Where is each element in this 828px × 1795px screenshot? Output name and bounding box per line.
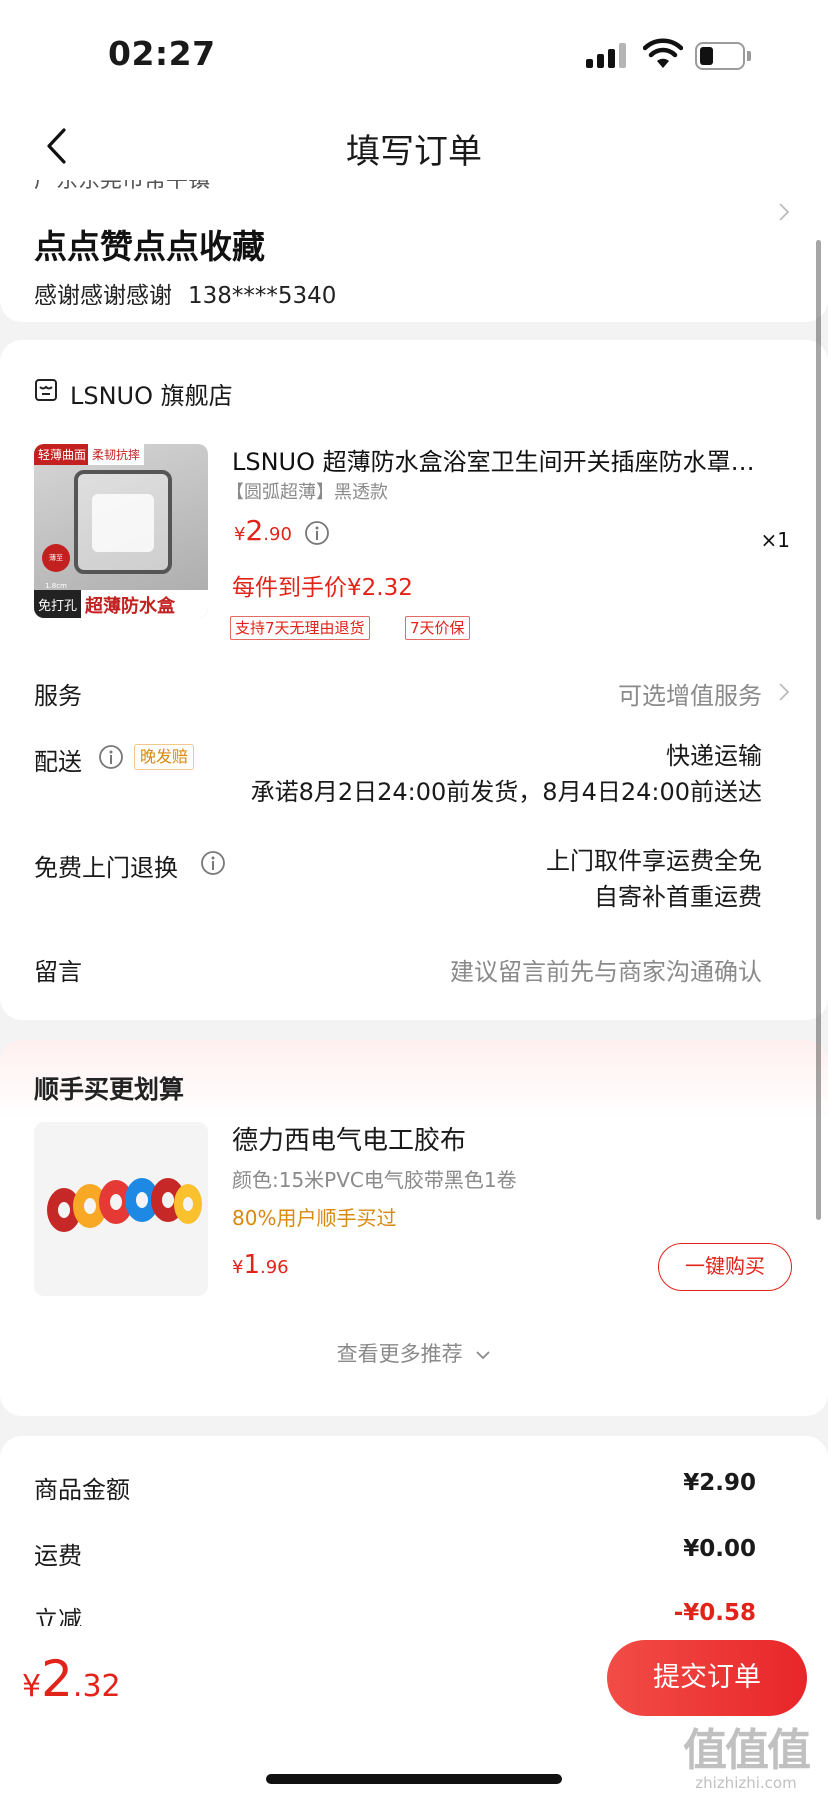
- recommend-bought-rate: 80%用户顺手买过: [232, 1206, 397, 1230]
- store-card: LSNUO 旗舰店 轻薄曲面 柔韧抗摔 薄至1.8cm 免打孔 超薄防水盒 LS…: [0, 340, 828, 1020]
- message-label: 留言: [34, 958, 82, 986]
- info-icon[interactable]: [200, 850, 226, 876]
- nav-bar: 填写订单: [0, 110, 828, 180]
- info-icon[interactable]: [98, 744, 124, 770]
- return-line-1: 上门取件享运费全免: [546, 847, 762, 875]
- product-image-label: 免打孔: [34, 590, 82, 618]
- product-spec[interactable]: 【圆弧超薄】黑透款: [226, 478, 388, 504]
- chevron-right-icon[interactable]: [778, 202, 790, 222]
- product-image-tag: 轻薄曲面: [34, 444, 91, 465]
- info-icon[interactable]: [304, 520, 330, 546]
- address-region: 广东东莞市常平镇: [34, 180, 211, 193]
- battery-icon: [695, 42, 751, 70]
- store-icon: [35, 379, 57, 401]
- price-protect-tag: 7天价保: [405, 616, 470, 640]
- watermark: 值值值 zhizhizhi.com: [676, 1714, 816, 1792]
- signal-icon: [586, 42, 630, 68]
- goods-amount-label: 商品金额: [34, 1476, 130, 1504]
- return-line-2: 自寄补首重运费: [594, 883, 762, 911]
- one-click-buy-button[interactable]: 一键购买: [658, 1243, 792, 1291]
- submit-order-button[interactable]: 提交订单: [607, 1640, 807, 1716]
- recommend-product-image[interactable]: [34, 1122, 208, 1296]
- recommend-product-spec: 颜色:15米PVC电气胶带黑色1卷: [232, 1168, 517, 1192]
- discount-value: -¥0.58: [673, 1600, 756, 1626]
- more-recommend-link[interactable]: 查看更多推荐: [0, 1338, 828, 1368]
- recommend-card: 顺手买更划算 德力西电气电工胶布 颜色:15米PVC电气胶带黑色1卷 80%用户…: [0, 1040, 828, 1416]
- return-policy-tag: 支持7天无理由退货: [230, 616, 370, 640]
- more-recommend-label: 查看更多推荐: [336, 1342, 463, 1366]
- total-price: ¥2.32: [22, 1650, 121, 1708]
- chevron-right-icon[interactable]: [778, 682, 790, 702]
- service-label: 服务: [34, 682, 82, 710]
- store-name[interactable]: LSNUO 旗舰店: [70, 376, 233, 411]
- late-delivery-badge: 晚发赔: [134, 744, 195, 770]
- product-quantity[interactable]: ×1: [761, 528, 790, 552]
- shipping-value: ¥0.00: [683, 1536, 756, 1562]
- address-contact: 感谢感谢感谢 138****5340: [34, 276, 336, 310]
- message-input[interactable]: 建议留言前先与商家沟通确认: [450, 952, 762, 987]
- service-value[interactable]: 可选增值服务: [618, 676, 762, 711]
- checkout-bar: ¥2.32 提交订单 值值值 zhizhizhi.com: [0, 1626, 828, 1795]
- scrollbar[interactable]: [816, 240, 821, 1220]
- goods-amount-value: ¥2.90: [683, 1470, 756, 1496]
- product-image-badge: 薄至1.8cm: [42, 544, 70, 590]
- product-image-tag: 柔韧抗摔: [88, 444, 145, 465]
- status-time: 02:27: [108, 34, 216, 73]
- wifi-icon: [643, 38, 683, 68]
- address-card[interactable]: 广东东莞市常平镇 点点赞点点收藏 感谢感谢感谢 138****5340: [0, 180, 828, 322]
- delivery-label: 配送: [34, 748, 82, 776]
- product-image[interactable]: 轻薄曲面 柔韧抗摔 薄至1.8cm 免打孔 超薄防水盒: [34, 444, 208, 618]
- final-unit-price: 每件到手价¥2.32: [232, 575, 413, 601]
- free-return-label: 免费上门退换: [34, 854, 178, 882]
- home-indicator[interactable]: [266, 1774, 562, 1784]
- recipient-name: 感谢感谢感谢: [34, 283, 172, 309]
- shipping-label: 运费: [34, 1542, 82, 1570]
- recommend-title: 顺手买更划算: [34, 1075, 185, 1104]
- status-bar: 02:27: [0, 0, 828, 110]
- product-title[interactable]: LSNUO 超薄防水盒浴室卫生间开关插座防水罩…: [232, 442, 792, 477]
- delivery-promise: 承诺8月2日24:00前发货，8月4日24:00前送达: [250, 778, 762, 806]
- watermark-logo: 值值值: [683, 1725, 811, 1776]
- page-title: 填写订单: [346, 132, 482, 172]
- chevron-down-icon: [476, 1351, 490, 1360]
- delivery-method: 快递运输: [666, 742, 762, 770]
- product-price: ¥2.90: [234, 514, 292, 547]
- product-image-label: 超薄防水盒: [85, 596, 176, 617]
- recommend-product-price: ¥1.96: [232, 1250, 289, 1280]
- watermark-url: zhizhizhi.com: [695, 1774, 797, 1792]
- address-name: 点点赞点点收藏: [34, 227, 265, 266]
- recipient-phone: 138****5340: [188, 283, 337, 309]
- recommend-product-name[interactable]: 德力西电气电工胶布: [232, 1120, 466, 1157]
